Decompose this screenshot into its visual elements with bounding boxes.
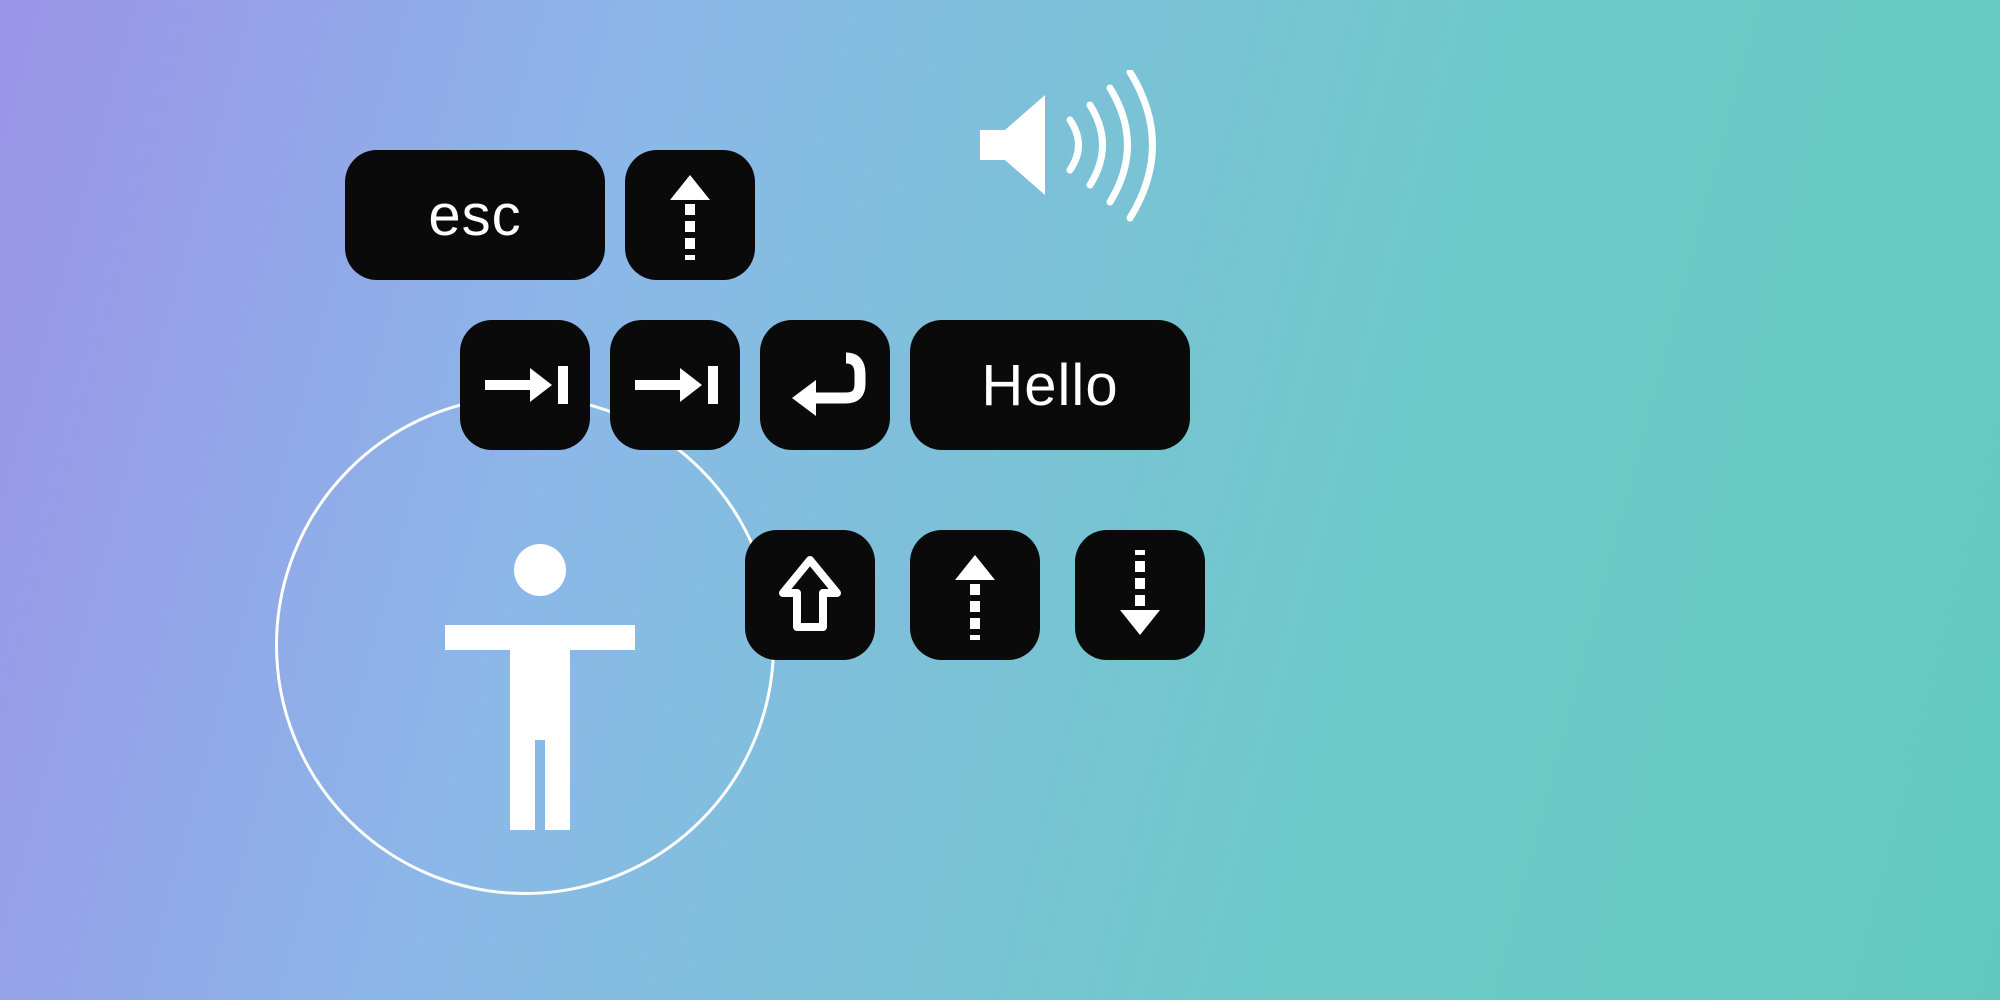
return-enter-icon <box>784 350 866 420</box>
arrow-up-dashed-icon <box>945 550 1005 640</box>
speaker-sound-icon <box>975 70 1195 255</box>
hello-key[interactable]: Hello <box>910 320 1190 450</box>
hello-key-label: Hello <box>981 352 1118 419</box>
return-key[interactable] <box>760 320 890 450</box>
tab-arrow-icon <box>630 360 720 410</box>
esc-key-label: esc <box>428 182 521 249</box>
esc-key[interactable]: esc <box>345 150 605 280</box>
shift-key[interactable] <box>745 530 875 660</box>
arrow-up-dashed-key-2[interactable] <box>910 530 1040 660</box>
arrow-up-dashed-key[interactable] <box>625 150 755 280</box>
tab-key-2[interactable] <box>610 320 740 450</box>
tab-arrow-icon <box>480 360 570 410</box>
arrow-up-dashed-icon <box>660 170 720 260</box>
arrow-down-dashed-key[interactable] <box>1075 530 1205 660</box>
arrow-down-dashed-icon <box>1110 550 1170 640</box>
shift-up-outline-icon <box>775 555 845 635</box>
accessibility-figure-icon <box>440 540 640 845</box>
tab-key-1[interactable] <box>460 320 590 450</box>
